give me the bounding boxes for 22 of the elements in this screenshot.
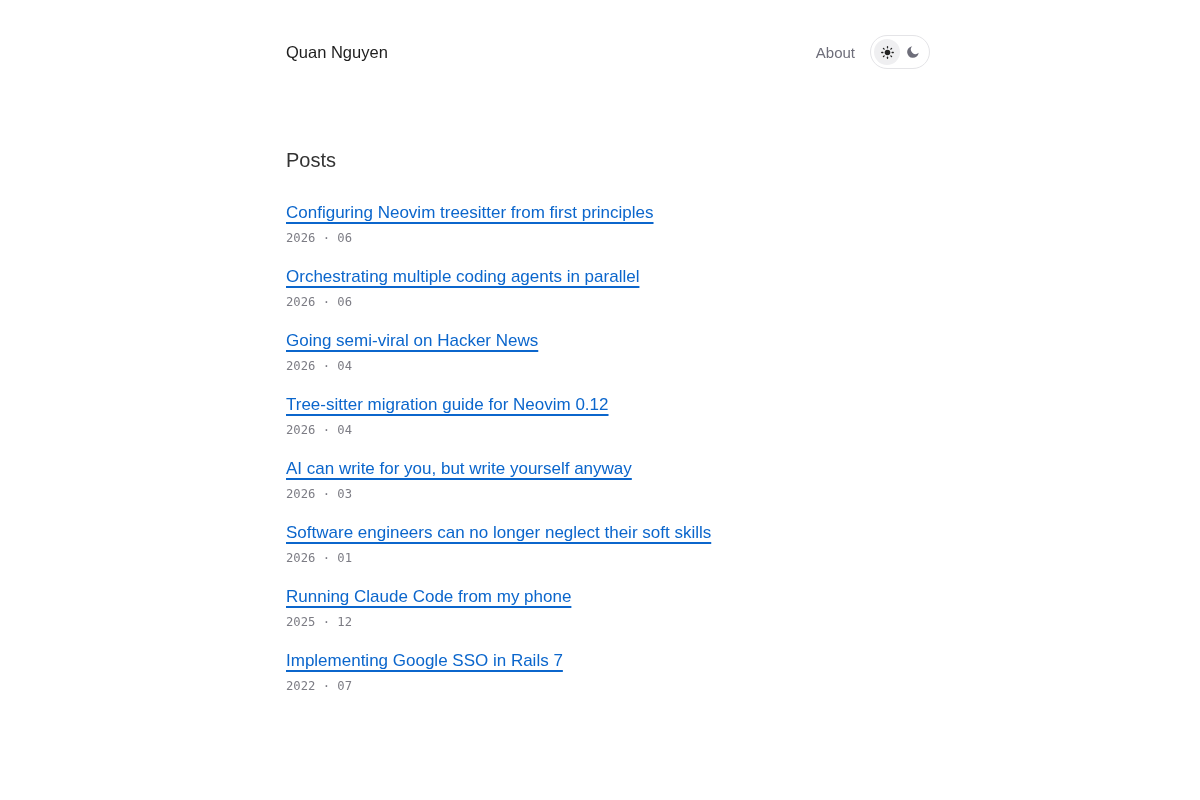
post-link[interactable]: Going semi-viral on Hacker News: [286, 331, 539, 350]
post-link[interactable]: AI can write for you, but write yourself anyway: [286, 459, 632, 478]
post-link[interactable]: Software engineers can no longer neglect their soft skills: [286, 523, 712, 542]
post-date: 2026 · 04: [286, 358, 353, 375]
light-mode-button[interactable]: [874, 39, 900, 65]
moon-icon: [907, 46, 919, 58]
post-link[interactable]: Implementing Google SSO in Rails 7: [286, 651, 563, 670]
post-link[interactable]: Orchestrating multiple coding agents in parallel: [286, 267, 640, 286]
post-date: 2022 · 07: [286, 678, 353, 695]
post-date: 2026 · 04: [286, 422, 353, 439]
post-link[interactable]: Configuring Neovim treesitter from first principles: [286, 203, 654, 222]
post-date: 2025 · 12: [286, 614, 353, 631]
post-date: 2026 · 01: [286, 550, 353, 567]
post-link[interactable]: Running Claude Code from my phone: [286, 587, 572, 606]
site-title[interactable]: Quan Nguyen: [286, 42, 388, 62]
post-date: 2026 · 06: [286, 230, 353, 247]
post-link[interactable]: Tree-sitter migration guide for Neovim 0.12: [286, 395, 609, 414]
post-date: 2026 · 03: [286, 486, 353, 503]
post-date: 2026 · 06: [286, 294, 353, 311]
about-link[interactable]: About: [815, 43, 855, 61]
sun-icon: [880, 45, 894, 59]
posts-heading: Posts: [286, 148, 337, 173]
